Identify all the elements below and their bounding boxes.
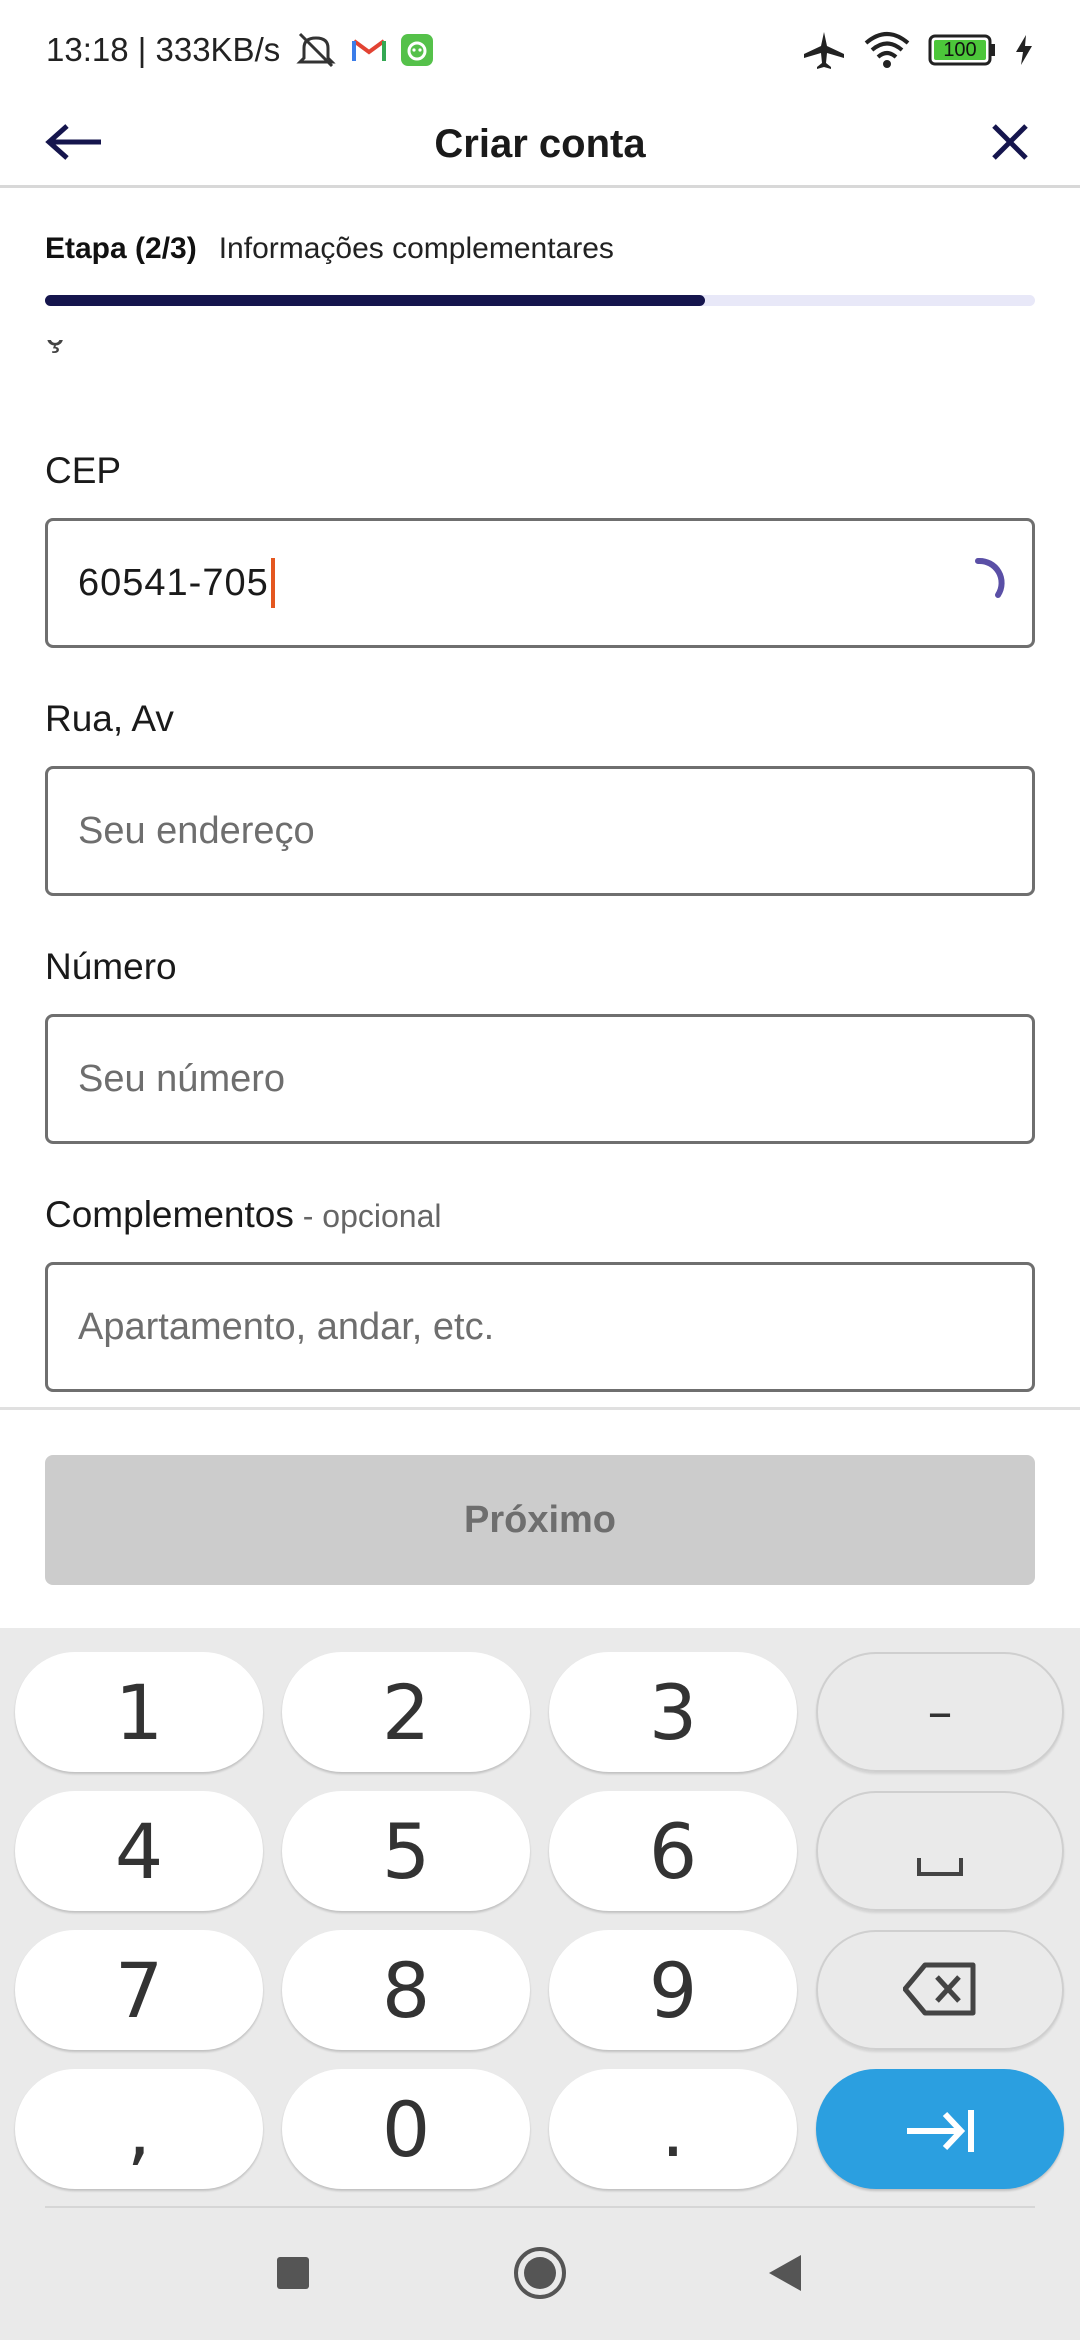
footer-divider <box>0 1407 1080 1410</box>
key-9[interactable]: 9 <box>549 1930 797 2050</box>
number-placeholder: Seu número <box>78 1057 286 1100</box>
key-dash[interactable]: – <box>816 1652 1064 1772</box>
key-period[interactable]: . <box>549 2069 797 2189</box>
key-0[interactable]: 0 <box>282 2069 530 2189</box>
text-caret <box>270 558 275 608</box>
status-bar: 13:18 | 333KB/s 100 <box>0 0 1080 100</box>
key-next[interactable] <box>816 2069 1064 2189</box>
page-title: Criar conta <box>434 122 646 166</box>
tab-next-icon <box>903 2085 977 2174</box>
status-right: 100 <box>802 30 1034 70</box>
back-icon <box>763 2251 807 2300</box>
backspace-icon <box>902 1946 977 2035</box>
recent-apps-button[interactable] <box>258 2240 328 2310</box>
key-1[interactable]: 1 <box>15 1652 263 1772</box>
cep-value: 60541-705 <box>78 561 269 604</box>
app-icon <box>400 33 434 67</box>
key-8[interactable]: 8 <box>282 1930 530 2050</box>
app-header: Criar conta <box>0 100 1080 188</box>
complement-placeholder: Apartamento, andar, etc. <box>78 1305 495 1348</box>
space-icon <box>915 1807 965 1896</box>
charging-icon <box>1014 34 1034 66</box>
key-backspace[interactable] <box>816 1930 1064 2050</box>
key-7[interactable]: 7 <box>15 1930 263 2050</box>
key-comma[interactable]: , <box>15 2069 263 2189</box>
step-label: Etapa (2/3) <box>45 232 197 265</box>
numeric-keyboard: 1 2 3 – 4 5 6 7 8 9 , 0 . <box>0 1628 1080 2340</box>
wifi-icon <box>864 31 910 69</box>
close-button[interactable] <box>980 114 1040 174</box>
airplane-icon <box>802 30 846 70</box>
complement-input[interactable]: Apartamento, andar, etc. <box>45 1262 1035 1392</box>
complement-label: Complementos - opcional <box>45 1194 441 1236</box>
home-button[interactable] <box>505 2240 575 2310</box>
gmail-icon <box>352 37 387 63</box>
street-input[interactable]: Seu endereço <box>45 766 1035 896</box>
next-button[interactable]: Próximo <box>45 1455 1035 1585</box>
clipped-content: ç <box>45 340 64 355</box>
keyboard-divider <box>45 2206 1035 2208</box>
form-scroll-area[interactable]: ç CEP 60541-705 Rua, Av Seu endereço Núm… <box>0 340 1080 1408</box>
battery-level: 100 <box>943 39 977 61</box>
progress-fill <box>45 295 706 306</box>
recent-apps-icon <box>273 2253 313 2298</box>
cep-input[interactable]: 60541-705 <box>45 518 1035 648</box>
status-left: 13:18 | 333KB/s <box>46 30 434 70</box>
step-indicator: Etapa (2/3) Informações complementares <box>45 232 614 266</box>
key-5[interactable]: 5 <box>282 1791 530 1911</box>
loading-spinner-icon <box>948 553 1008 613</box>
key-4[interactable]: 4 <box>15 1791 263 1911</box>
step-description: Informações complementares <box>218 232 614 265</box>
key-3[interactable]: 3 <box>549 1652 797 1772</box>
street-placeholder: Seu endereço <box>78 809 315 852</box>
battery-icon: 100 <box>928 34 996 66</box>
mute-icon <box>294 30 338 70</box>
progress-bar <box>45 295 1035 306</box>
home-icon <box>512 2245 568 2306</box>
back-nav-button[interactable] <box>750 2240 820 2310</box>
key-6[interactable]: 6 <box>549 1791 797 1911</box>
cep-label: CEP <box>45 450 122 491</box>
complement-label-text: Complementos <box>45 1194 294 1235</box>
number-label: Número <box>45 946 177 987</box>
close-icon <box>990 122 1030 167</box>
street-label: Rua, Av <box>45 698 174 739</box>
key-space[interactable] <box>816 1791 1064 1911</box>
key-2[interactable]: 2 <box>282 1652 530 1772</box>
status-time: 13:18 | 333KB/s <box>46 31 281 68</box>
optional-tag: - opcional <box>293 1198 442 1234</box>
number-input[interactable]: Seu número <box>45 1014 1035 1144</box>
